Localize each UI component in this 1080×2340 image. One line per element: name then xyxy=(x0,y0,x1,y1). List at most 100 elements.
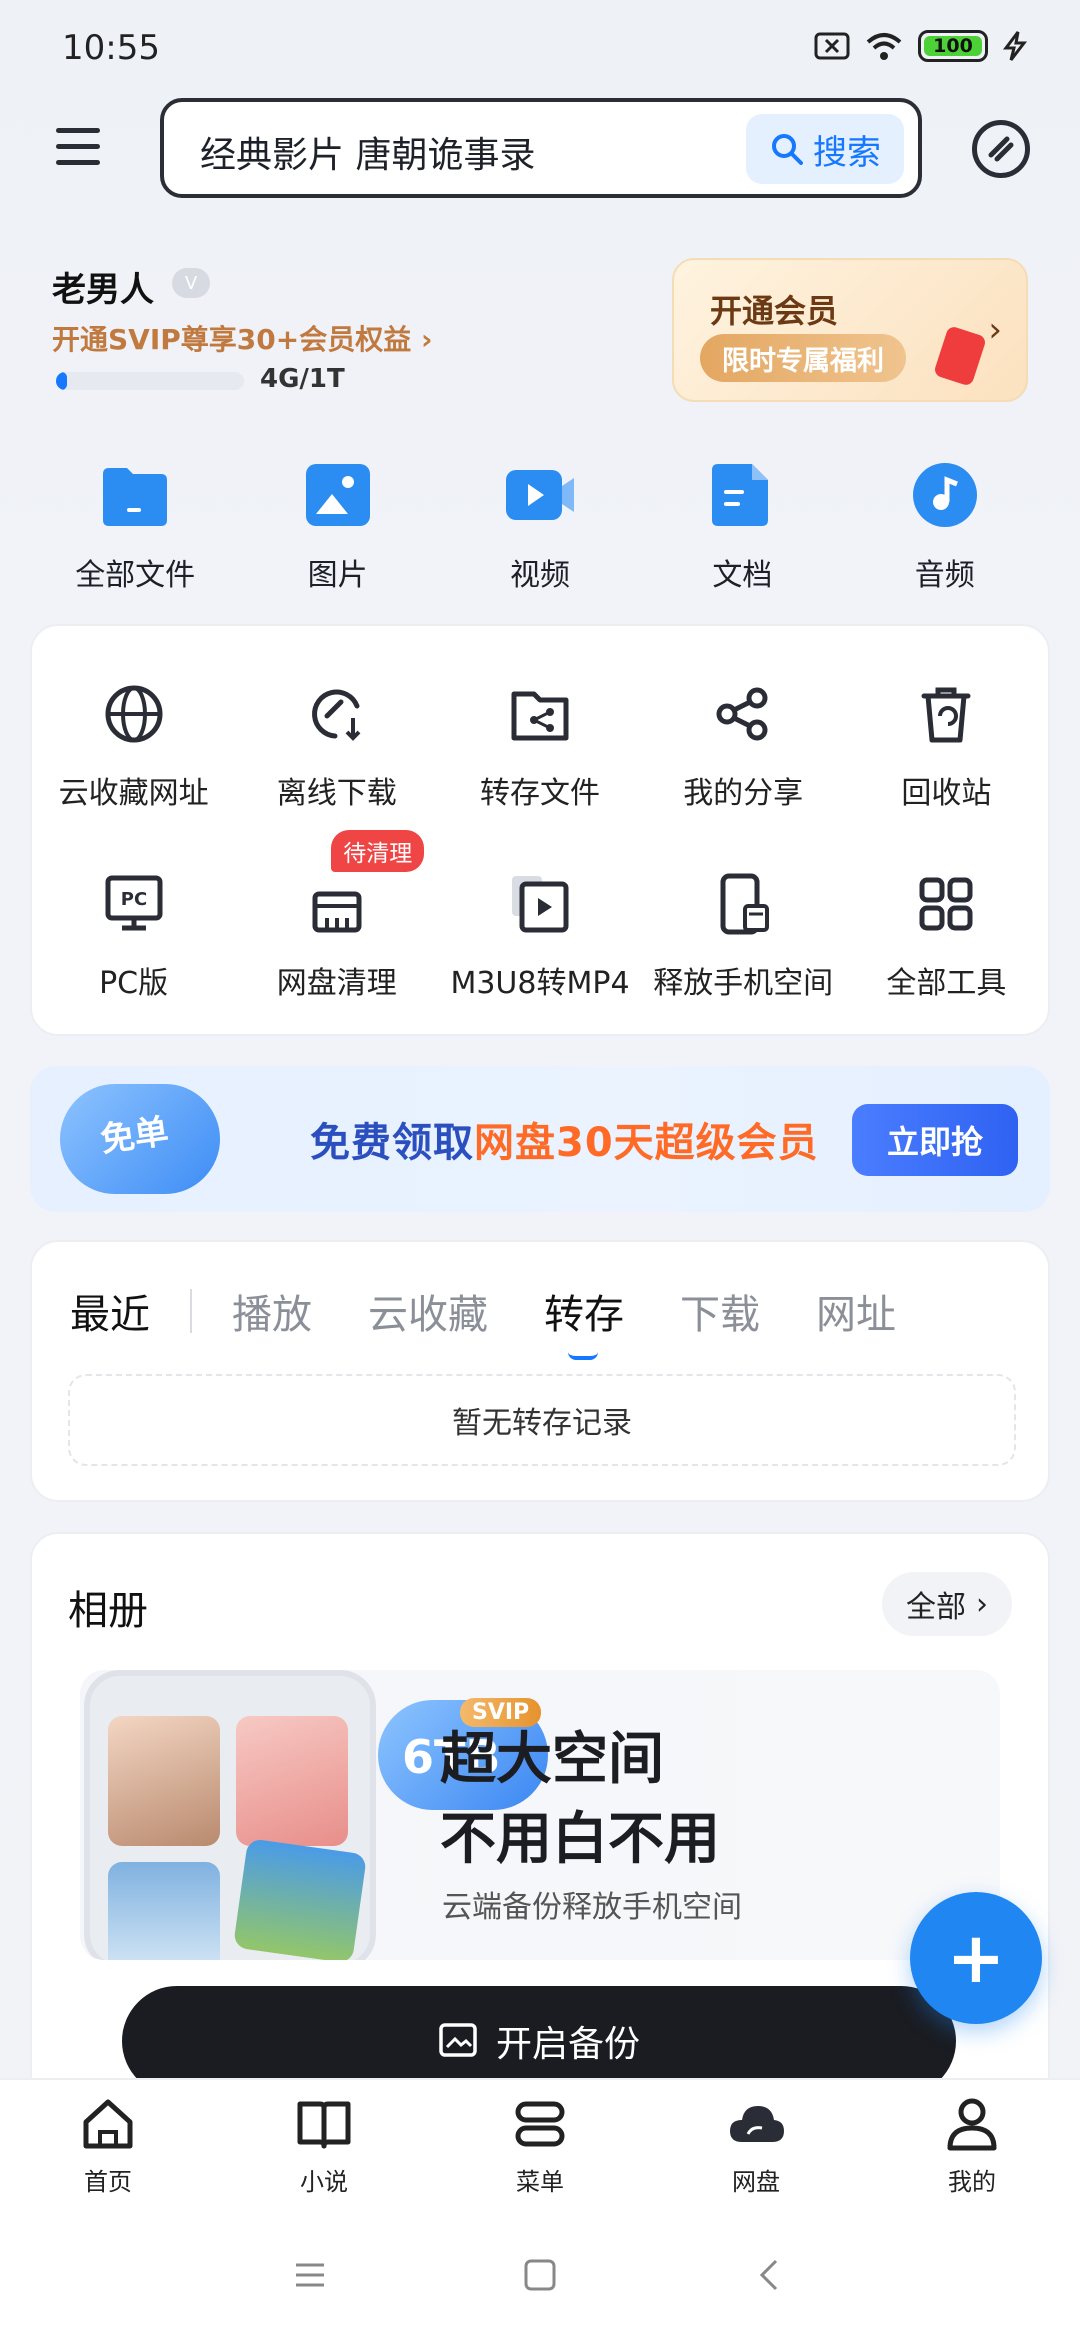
home-icon xyxy=(83,2099,133,2148)
album-promo[interactable]: SVIP 6TB 超大空间 不用白不用 云端备份释放手机空间 xyxy=(80,1670,1000,1960)
notification-mute-icon xyxy=(814,32,850,60)
add-fab-button[interactable]: + xyxy=(910,1892,1042,2024)
tool-label: 全部工具 xyxy=(886,966,1007,1001)
tool-drive-cleanup[interactable]: 待清理 网盘清理 xyxy=(235,830,438,1002)
recent-apps-icon[interactable] xyxy=(290,2255,330,2295)
tool-free-phone-space[interactable]: 释放手机空间 xyxy=(642,872,845,1002)
chevron-right-icon: › xyxy=(988,310,1002,350)
image-icon xyxy=(305,464,370,526)
nav-label: 首页 xyxy=(84,2167,132,2196)
promo-headline-line2: 不用白不用 xyxy=(440,1807,720,1872)
wifi-icon xyxy=(866,33,902,60)
level-badge: V xyxy=(172,268,210,298)
search-bar[interactable]: 经典影片 唐朝诡事录 搜索 xyxy=(160,98,922,198)
user-icon xyxy=(947,2098,997,2150)
banner-claim-button[interactable]: 立即抢 xyxy=(852,1104,1018,1176)
vip-card-subtitle: 限时专属福利 xyxy=(700,334,906,382)
tab-downloads[interactable]: 下载 xyxy=(680,1282,760,1340)
offline-download-icon xyxy=(311,689,361,741)
pc-icon: PC xyxy=(105,875,163,931)
tool-cloud-bookmarks[interactable]: 云收藏网址 xyxy=(32,682,235,812)
search-button[interactable]: 搜索 xyxy=(746,114,904,184)
nav-novels[interactable]: 小说 xyxy=(244,2094,404,2197)
back-icon[interactable] xyxy=(750,2255,790,2295)
nav-drive[interactable]: 网盘 xyxy=(676,2094,836,2197)
tool-label: 转存文件 xyxy=(479,776,600,811)
tool-pc-version[interactable]: PC PC版 xyxy=(32,872,235,1002)
search-icon xyxy=(772,134,803,165)
globe-icon xyxy=(105,685,163,743)
album-all-button[interactable]: 全部 › xyxy=(882,1572,1012,1636)
battery-indicator: 100 xyxy=(918,30,988,62)
search-input[interactable]: 经典影片 唐朝诡事录 xyxy=(200,126,535,178)
status-time: 10:55 xyxy=(62,28,160,68)
banner-cloud-text: 免单 xyxy=(98,1111,171,1161)
promo-banner[interactable]: 免单 免费领取网盘30天超级会员 立即抢 xyxy=(30,1066,1050,1212)
broom-icon xyxy=(312,891,362,933)
convert-video-icon xyxy=(511,876,569,933)
menu-hamburger-icon[interactable] xyxy=(56,128,100,176)
tab-urls[interactable]: 网址 xyxy=(816,1282,896,1340)
search-button-label: 搜索 xyxy=(813,132,881,173)
tool-transfer-files[interactable]: 转存文件 xyxy=(438,682,641,812)
tools-card: 云收藏网址 离线下载 转存文件 我的分享 回收站 PC PC版 待清理 网盘清理 xyxy=(30,624,1050,1036)
category-label: 音频 xyxy=(914,558,975,593)
tab-cloud-bookmarks[interactable]: 云收藏 xyxy=(368,1282,488,1340)
book-icon xyxy=(297,2101,351,2148)
video-icon xyxy=(505,470,574,520)
tool-recycle-bin[interactable]: 回收站 xyxy=(845,682,1048,812)
category-all-files[interactable]: 全部文件 xyxy=(45,460,225,594)
photo-thumbnail xyxy=(236,1716,348,1846)
svip-promo-link[interactable]: 开通SVIP尊享30+会员权益 › xyxy=(52,318,433,358)
svg-text:PC: PC xyxy=(120,889,146,910)
nav-menu[interactable]: 菜单 xyxy=(460,2094,620,2197)
speed-icon[interactable] xyxy=(972,120,1030,178)
tool-all-tools[interactable]: 全部工具 xyxy=(845,872,1048,1002)
nav-label: 小说 xyxy=(300,2167,348,2196)
transfer-folder-icon xyxy=(511,691,569,741)
tool-offline-download[interactable]: 离线下载 xyxy=(235,682,438,812)
tool-m3u8-to-mp4[interactable]: M3U8转MP4 xyxy=(438,872,641,1002)
svip-promo-text: 开通SVIP尊享30+会员权益 xyxy=(52,323,412,356)
storage-quota-bar xyxy=(56,372,244,390)
cloud-icon xyxy=(730,2105,784,2142)
tool-my-shares[interactable]: 我的分享 xyxy=(642,682,845,812)
tab-indicator xyxy=(568,1352,598,1360)
banner-text-prefix: 免费领取 xyxy=(310,1120,474,1166)
tab-recent[interactable]: 最近 xyxy=(70,1282,150,1340)
category-documents[interactable]: 文档 xyxy=(652,460,832,594)
tool-label: 网盘清理 xyxy=(276,966,397,1001)
nav-home[interactable]: 首页 xyxy=(28,2094,188,2197)
promo-headline: 超大空间 不用白不用 xyxy=(440,1720,720,1880)
nav-label: 网盘 xyxy=(732,2167,780,2196)
battery-text: 100 xyxy=(933,35,973,57)
category-label: 图片 xyxy=(307,558,368,593)
tool-label: 离线下载 xyxy=(276,776,397,811)
charging-icon xyxy=(1003,31,1028,61)
menu-icon xyxy=(515,2101,565,2146)
category-videos[interactable]: 视频 xyxy=(450,460,630,594)
category-images[interactable]: 图片 xyxy=(248,460,428,594)
banner-text: 免费领取网盘30天超级会员 xyxy=(310,1110,819,1168)
tab-playback[interactable]: 播放 xyxy=(232,1282,312,1340)
storage-quota-text: 4G/1T xyxy=(260,364,345,394)
promo-headline-line1: 超大空间 xyxy=(440,1727,664,1792)
category-label: 视频 xyxy=(509,558,570,593)
tab-transfers[interactable]: 转存 xyxy=(544,1282,624,1360)
recent-tabs: 最近 播放 云收藏 转存 下载 网址 xyxy=(70,1282,952,1360)
photo-thumbnail xyxy=(108,1862,220,1960)
storage-quota-fill xyxy=(56,372,68,390)
share-icon xyxy=(716,687,768,741)
status-icons: 100 xyxy=(814,30,1028,62)
username[interactable]: 老男人 xyxy=(52,262,154,311)
nav-profile[interactable]: 我的 xyxy=(892,2094,1052,2197)
folder-icon xyxy=(103,468,168,526)
vip-promo-card[interactable]: 开通会员 限时专属福利 › xyxy=(672,258,1028,402)
home-square-icon[interactable] xyxy=(520,2255,560,2295)
tool-label: 回收站 xyxy=(901,776,992,811)
album-title: 相册 xyxy=(68,1588,148,1634)
category-audio[interactable]: 音频 xyxy=(855,460,1035,594)
chevron-right-icon: › xyxy=(976,1586,988,1622)
bottom-nav: 首页 小说 菜单 网盘 我的 xyxy=(0,2078,1080,2210)
chevron-right-icon: › xyxy=(420,323,433,356)
